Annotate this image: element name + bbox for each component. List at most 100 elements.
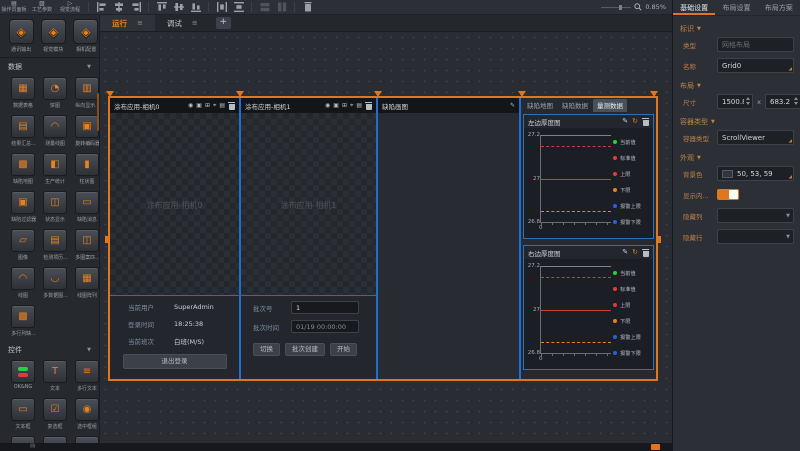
delete-icon[interactable] [365, 102, 372, 110]
statusbar-badge-icon[interactable] [651, 444, 660, 450]
locate-icon[interactable]: ⌖ [350, 103, 353, 109]
hide-rows-dropdown[interactable]: ▼ [717, 229, 794, 244]
pencil-icon[interactable]: ✎ [510, 103, 515, 109]
sidebar-tile-okng[interactable]: ◉OK&NG [10, 360, 36, 392]
delete-icon[interactable] [642, 249, 649, 257]
align-vcenter-icon[interactable] [112, 1, 125, 14]
quick-operator-panel-button[interactable]: ▤ 操作员面板 [0, 1, 28, 14]
right-thickness-chart[interactable]: 右边厚度图 ✎ ↻ 27.2 [523, 245, 654, 370]
switch-button[interactable]: 切换 [253, 343, 280, 356]
batch-no-input[interactable] [291, 301, 359, 314]
tab-defect-data[interactable]: 缺陷数据 [558, 99, 592, 112]
scale-1-1-icon[interactable]: ▣ [196, 103, 202, 109]
selection-handle[interactable] [650, 91, 658, 97]
zoom-fit-icon[interactable]: ⊞ [205, 103, 210, 109]
tab-layout-settings[interactable]: 布局设置 [715, 0, 757, 15]
distribute-vertical-icon[interactable] [232, 1, 245, 14]
distribute-horizontal-icon[interactable] [215, 1, 228, 14]
vision-module-button[interactable]: ◈ 视觉模块 [40, 19, 66, 53]
background-color-field[interactable]: 50, 53, 59 ◢ [717, 166, 794, 181]
sidebar-tile[interactable]: ◔饼图 [42, 77, 68, 109]
sidebar-tile[interactable]: ≡多行文本 [74, 360, 100, 392]
quick-process-params-button[interactable]: ▧ 工艺参数 [28, 1, 56, 14]
sidebar-tile[interactable]: ◠线图 [10, 267, 36, 299]
sidebar-tile[interactable]: ▣缺陷过滤器 [10, 191, 36, 223]
tab-measure-data[interactable]: 量测数据 [593, 99, 627, 112]
sidebar-tile[interactable]: ▤结果汇总... [10, 115, 36, 147]
batch-time-input[interactable] [291, 320, 359, 333]
camera1-panel[interactable]: 涂布应用-相机1 ◉ ▣ ⊞ ⌖ ▤ 涂布应用-相机1 批次号 [241, 98, 376, 379]
section-header-data[interactable]: 数据 ▼ [0, 58, 99, 74]
sidebar-tile[interactable]: ◡多数据图... [42, 267, 68, 299]
crosshair-icon[interactable]: ◉ [188, 103, 193, 109]
show-content-toggle[interactable] [717, 189, 739, 200]
tab-defect-map[interactable]: 缺陷地图 [523, 99, 557, 112]
comm-output-button[interactable]: ◈ 通讯输出 [8, 19, 34, 53]
pencil-icon[interactable]: ✎ [622, 118, 628, 125]
sidebar-tile[interactable]: ▦数据表格 [10, 77, 36, 109]
sidebar-tile[interactable]: T文本 [42, 360, 68, 392]
sidebar-tile[interactable]: ▱图像 [10, 229, 36, 261]
scale-1-1-icon[interactable]: ▣ [333, 103, 339, 109]
type-field[interactable] [718, 38, 793, 51]
name-field[interactable] [718, 59, 793, 72]
selected-grid-container[interactable]: 涂布应用-相机0 ◉ ▣ ⊞ ⌖ ▤ 涂布应用-相机0 当前用户SuperAdm… [108, 96, 658, 381]
camera-config-button[interactable]: ◈ 相机配置 [73, 19, 99, 53]
tab-run[interactable]: 运行 ≡ [100, 15, 155, 31]
same-height-icon[interactable] [275, 1, 288, 14]
add-tab-button[interactable]: + [216, 17, 231, 29]
sidebar-tile[interactable]: ▮柱状图 [74, 153, 100, 185]
sidebar-tile[interactable]: ◉选中框组 [74, 398, 100, 430]
tab-basic-settings[interactable]: 基础设置 [673, 0, 715, 15]
align-top-icon[interactable] [155, 1, 168, 14]
same-width-icon[interactable] [258, 1, 271, 14]
sidebar-tile[interactable]: ▭缺陷消息 [74, 191, 100, 223]
section-layout[interactable]: 布局▼ [680, 81, 800, 91]
sidebar-tile[interactable]: ☑复选框 [42, 398, 68, 430]
zoom-fit-icon[interactable]: ⊞ [342, 103, 347, 109]
color-swatch[interactable] [722, 170, 733, 178]
sidebar-tile[interactable]: ◧生产统计 [42, 153, 68, 185]
align-bottom-icon[interactable] [189, 1, 202, 14]
pencil-icon[interactable]: ✎ [622, 249, 628, 256]
align-right-icon[interactable] [129, 1, 142, 14]
selection-handle[interactable] [657, 236, 661, 243]
delete-icon[interactable] [228, 102, 235, 110]
sidebar-tile[interactable]: ▦线图阵列 [74, 267, 100, 299]
align-left-icon[interactable] [95, 1, 108, 14]
delete-icon[interactable] [301, 1, 314, 14]
selection-handle[interactable] [518, 91, 526, 97]
sidebar-tile[interactable]: ◫状态显示 [42, 191, 68, 223]
tab-layout-scheme[interactable]: 布局方案 [758, 0, 800, 15]
stepper-icon[interactable] [794, 97, 798, 105]
quick-vision-flow-button[interactable]: ▷ 视觉流程 [56, 1, 84, 14]
left-thickness-chart[interactable]: 左边厚度图 ✎ ↻ 27.2 [523, 114, 654, 239]
design-canvas[interactable]: 涂布应用-相机0 ◉ ▣ ⊞ ⌖ ▤ 涂布应用-相机0 当前用户SuperAdm… [100, 32, 672, 443]
start-button[interactable]: 开始 [330, 343, 357, 356]
hide-columns-dropdown[interactable]: ▼ [717, 208, 794, 223]
section-identity[interactable]: 标识▼ [680, 24, 800, 34]
delete-icon[interactable] [642, 118, 649, 126]
tab-menu-icon[interactable]: ≡ [192, 19, 198, 27]
align-hcenter-icon[interactable] [172, 1, 185, 14]
sidebar-tile[interactable]: ▭文本框 [10, 398, 36, 430]
container-type-field[interactable] [718, 131, 793, 144]
tab-debug[interactable]: 调试 ≡ [155, 15, 210, 31]
section-appearance[interactable]: 外观▼ [680, 153, 800, 163]
list-icon[interactable]: ▤ [356, 103, 362, 109]
statusbar-grid-icon[interactable]: ▤ [30, 444, 35, 450]
sidebar-tile[interactable]: ▤检测项历... [42, 229, 68, 261]
refresh-icon[interactable]: ↻ [632, 118, 638, 125]
section-header-controls[interactable]: 控件 ▼ [0, 341, 99, 357]
sidebar-tile[interactable]: ◫多图案匹... [74, 229, 100, 261]
logout-button[interactable]: 退出登录 [123, 354, 227, 369]
section-container-type[interactable]: 容器类型▼ [680, 117, 800, 127]
defect-draw-panel[interactable]: 缺陷画图 ✎ [378, 98, 519, 379]
sidebar-tile[interactable]: ▤ [42, 436, 68, 443]
selection-handle[interactable] [105, 236, 109, 243]
selection-handle[interactable] [236, 91, 244, 97]
sidebar-tile[interactable]: ▩缺陷地图 [10, 153, 36, 185]
locate-icon[interactable]: ⌖ [213, 103, 216, 109]
zoom-slider[interactable] [601, 7, 631, 8]
selection-handle[interactable] [106, 91, 114, 97]
